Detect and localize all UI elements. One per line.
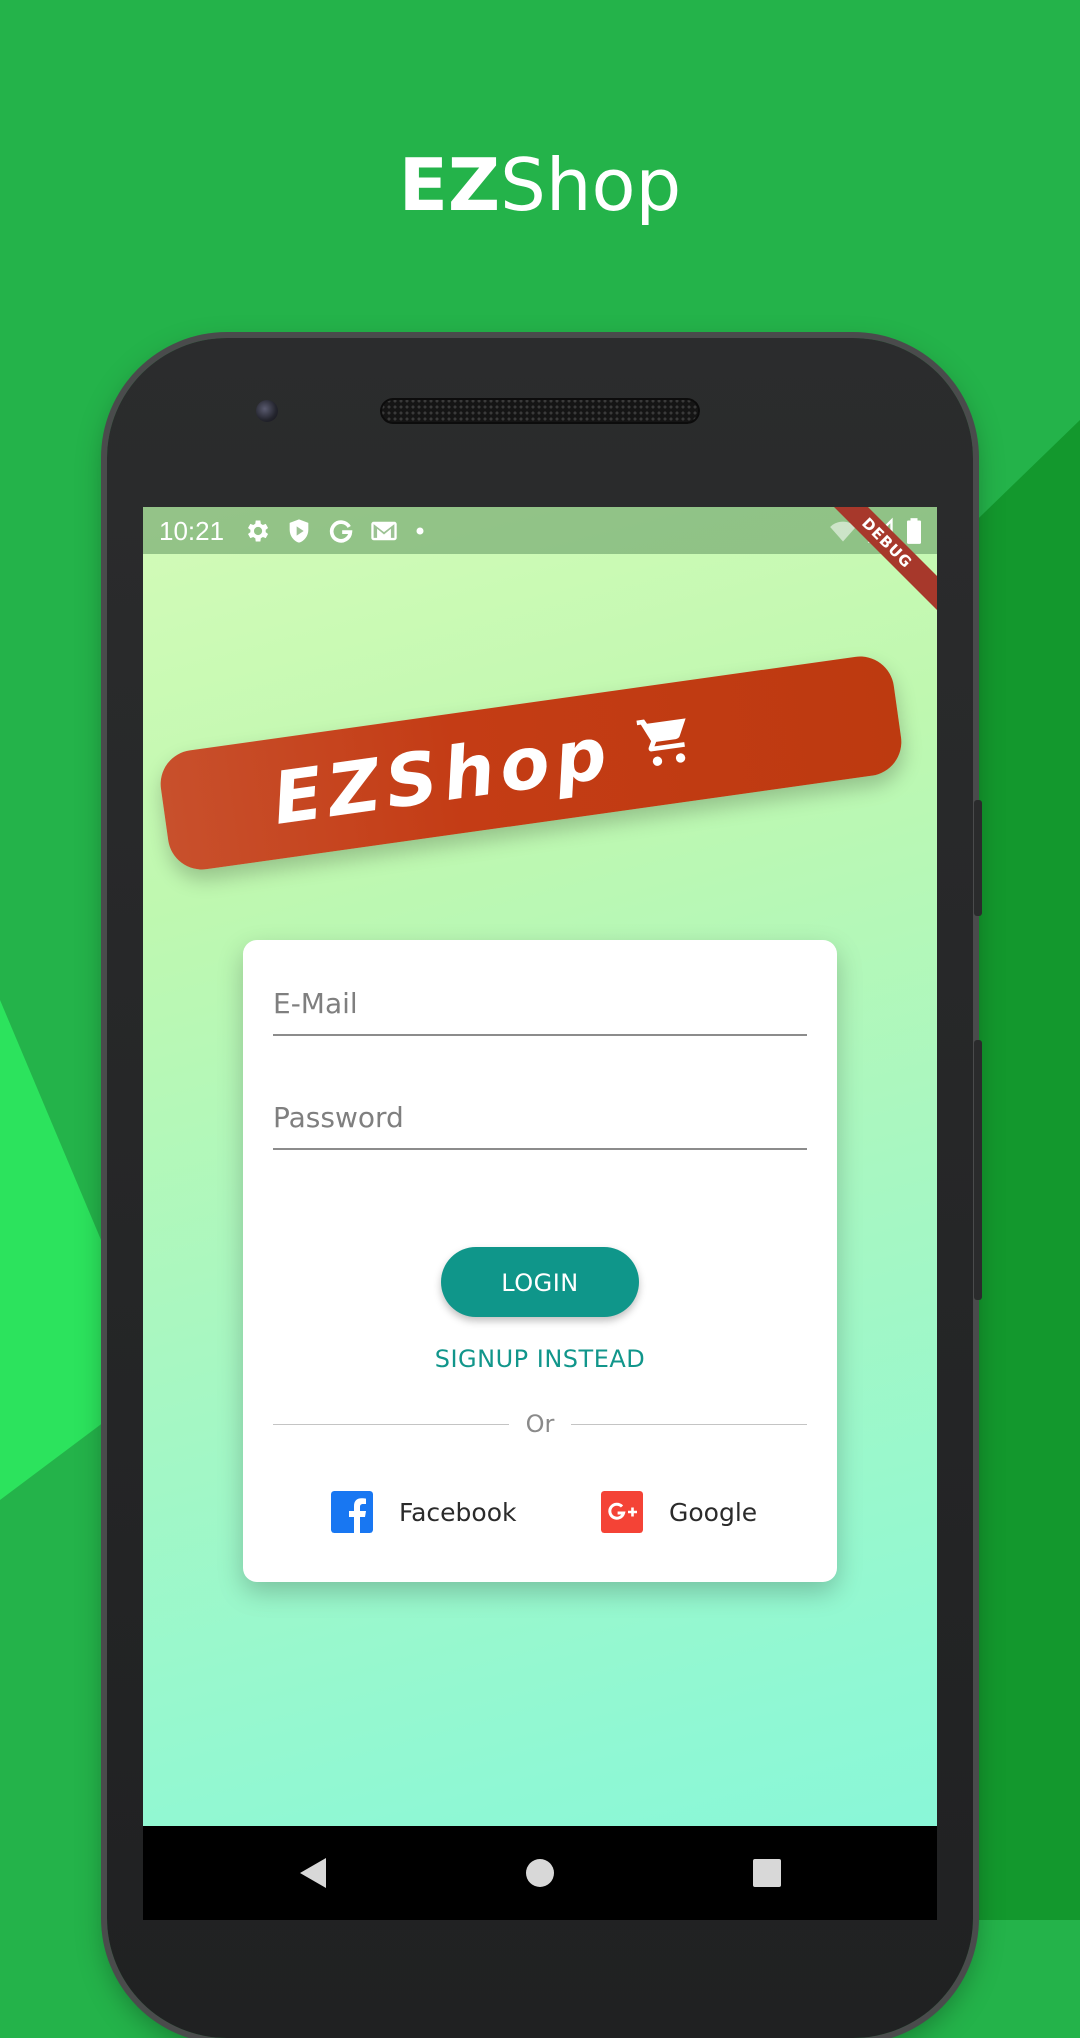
signup-instead-button[interactable]: SIGNUP INSTEAD [243, 1344, 837, 1374]
google-plus-icon [601, 1491, 643, 1533]
status-notification-icons [243, 515, 427, 547]
divider-line-right [571, 1424, 807, 1425]
more-notifications-dot-icon [416, 527, 424, 535]
logo-banner: EZShop [156, 652, 906, 874]
password-field-container [273, 1054, 807, 1150]
facebook-icon [331, 1491, 373, 1533]
or-divider: Or [273, 1408, 807, 1440]
shopping-cart-icon [636, 718, 686, 766]
email-field[interactable] [273, 987, 807, 1020]
logo-text: EZShop [267, 710, 618, 841]
gmail-icon [371, 521, 397, 541]
home-circle-icon [526, 1859, 554, 1887]
promo-title-bold: EZ [398, 143, 501, 227]
google-login-button[interactable]: Google [601, 1490, 757, 1534]
status-time: 10:21 [159, 516, 225, 546]
google-label: Google [669, 1497, 758, 1527]
facebook-login-button[interactable]: Facebook [331, 1490, 516, 1534]
back-triangle-icon [300, 1858, 326, 1888]
email-field-container [273, 940, 807, 1036]
phone-volume-button [974, 1040, 982, 1300]
home-button[interactable] [480, 1826, 600, 1920]
login-card: LOGIN SIGNUP INSTEAD Or Facebook Google [243, 940, 837, 1582]
password-field[interactable] [273, 1101, 807, 1134]
status-bar: 10:21 DEBUG [143, 507, 937, 616]
login-button[interactable]: LOGIN [441, 1247, 639, 1317]
back-button[interactable] [253, 1826, 373, 1920]
promo-title-light: Shop [500, 143, 682, 227]
recents-square-icon [753, 1859, 781, 1887]
navigation-bar [143, 1826, 937, 1920]
recents-button[interactable] [707, 1826, 827, 1920]
facebook-label: Facebook [399, 1497, 517, 1527]
battery-icon [907, 518, 921, 544]
promo-title: EZShop [0, 140, 1080, 230]
shield-play-icon [289, 519, 309, 543]
settings-icon [248, 520, 269, 542]
phone-power-button [974, 800, 982, 916]
earpiece-speaker [380, 398, 700, 424]
front-camera [256, 400, 278, 422]
phone-screen: 10:21 DEBUG EZShop E-Mail LOGIN SIGNUP I… [143, 507, 937, 1920]
google-g-icon [329, 520, 353, 543]
